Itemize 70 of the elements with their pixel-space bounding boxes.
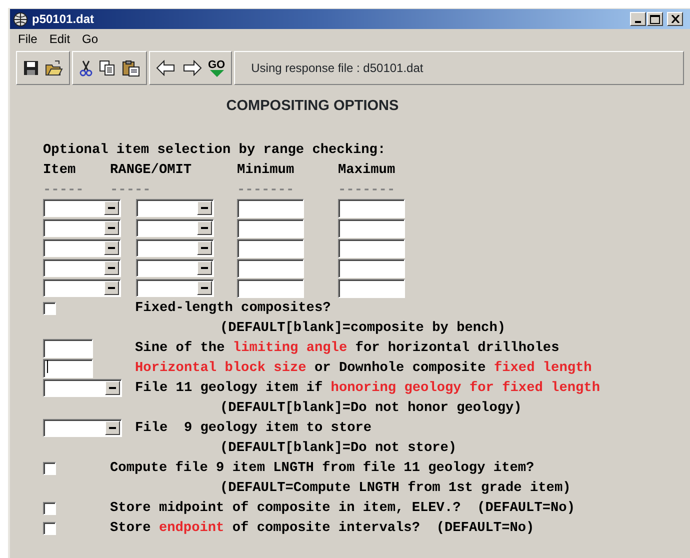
page-heading: COMPOSITING OPTIONS: [226, 98, 399, 114]
save-icon[interactable]: [23, 60, 39, 76]
copy-icon[interactable]: [99, 60, 116, 76]
option-label: Fixed-length composites?: [135, 300, 331, 316]
header-rule: -----: [110, 182, 152, 198]
option-label: File 11 geology item if honoring geology for fixed length: [135, 380, 600, 396]
text-field[interactable]: [338, 238, 405, 258]
checkbox[interactable]: [43, 502, 56, 514]
header-rule: -----: [43, 182, 85, 198]
dropdown-field[interactable]: [43, 259, 121, 277]
section-title: Optional item selection by range checking:: [43, 142, 386, 158]
dropdown-field[interactable]: [43, 379, 122, 397]
window-title: p50101.dat: [32, 11, 94, 28]
text-field[interactable]: [43, 358, 93, 378]
paste-icon[interactable]: [122, 60, 140, 76]
dropdown-field[interactable]: [43, 279, 121, 297]
menu-item[interactable]: File: [12, 30, 44, 48]
left-arrow-icon[interactable]: [156, 60, 176, 76]
text-field[interactable]: [338, 278, 405, 298]
app-globe-icon: [13, 12, 28, 26]
text-field[interactable]: [237, 258, 304, 278]
default-note: (DEFAULT[blank]=composite by bench): [219, 320, 506, 336]
checkbox[interactable]: [43, 462, 56, 474]
maximize-icon: [650, 14, 660, 24]
option-label: File 9 geology item to store: [135, 420, 372, 436]
right-arrow-icon[interactable]: [182, 60, 202, 76]
triangle-icon: [210, 70, 224, 76]
menu-item[interactable]: Edit: [43, 30, 76, 48]
scissors-icon[interactable]: [79, 60, 93, 76]
maximize-button[interactable]: [647, 12, 663, 26]
option-label: Store endpoint of composite intervals? (DEFAULT=No): [110, 520, 534, 536]
default-note: (DEFAULT=Compute LNGTH from 1st grade item): [219, 480, 571, 496]
header-rule: -------: [338, 182, 396, 198]
column-header: RANGE/OMIT: [110, 162, 193, 178]
text-field[interactable]: [338, 218, 405, 238]
text-field[interactable]: [237, 198, 304, 218]
response-file-text: Using response file : d50101.dat: [251, 60, 424, 77]
menu-item[interactable]: Go: [76, 30, 104, 48]
close-button[interactable]: [667, 12, 683, 26]
dropdown-field[interactable]: [43, 239, 121, 257]
text-field[interactable]: [237, 238, 304, 258]
dropdown-field[interactable]: [136, 239, 214, 257]
option-label: Store midpoint of composite in item, ELEV.? (DEFAULT=No): [110, 500, 575, 516]
close-icon: [670, 15, 680, 23]
text-field[interactable]: [338, 198, 405, 218]
dropdown-field[interactable]: [136, 199, 214, 217]
column-header: Item: [43, 162, 77, 178]
folder-icon[interactable]: [45, 60, 63, 76]
column-header: Maximum: [338, 162, 396, 178]
dropdown-field[interactable]: [43, 199, 121, 217]
option-label: Horizontal block size or Downhole composite fixed length: [135, 360, 592, 376]
minimize-button[interactable]: [630, 12, 646, 26]
header-rule: -------: [237, 182, 296, 198]
default-note: (DEFAULT[blank]=Do not honor geology): [219, 400, 522, 416]
dropdown-field[interactable]: [136, 219, 214, 237]
column-header: Minimum: [237, 162, 296, 178]
dropdown-field[interactable]: [136, 259, 214, 277]
text-field[interactable]: [338, 258, 405, 278]
text-field[interactable]: [43, 338, 93, 358]
default-note: (DEFAULT[blank]=Do not store): [219, 440, 457, 456]
checkbox[interactable]: [43, 522, 56, 534]
option-label: Sine of the limiting angle for horizontal drillholes: [135, 340, 560, 356]
go-button[interactable]: GO: [208, 60, 226, 76]
checkbox[interactable]: [43, 302, 56, 314]
text-field[interactable]: [237, 278, 304, 298]
dropdown-field[interactable]: [43, 219, 121, 237]
option-label: Compute file 9 item LNGTH from file 11 geology item?: [110, 460, 534, 476]
text-field[interactable]: [237, 218, 304, 238]
dropdown-field[interactable]: [43, 419, 122, 437]
dropdown-field[interactable]: [136, 279, 214, 297]
